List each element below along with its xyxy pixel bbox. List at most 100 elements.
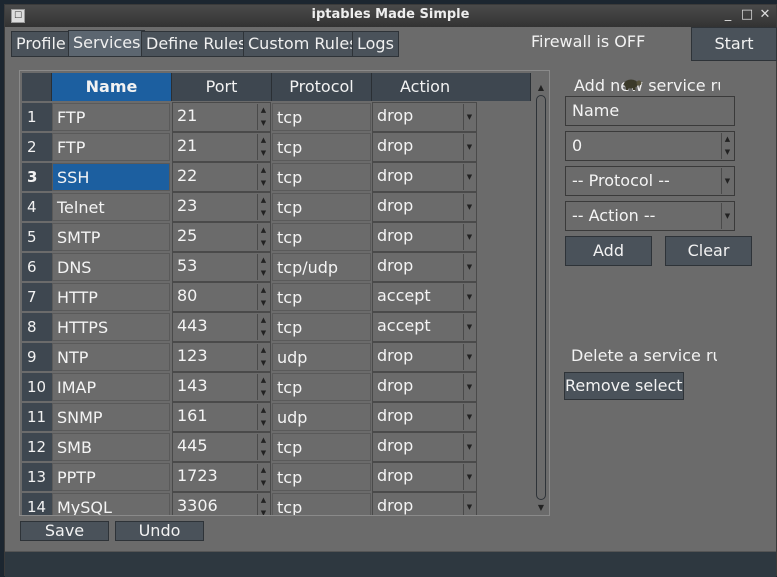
chevron-down-icon[interactable]: ▼	[463, 314, 475, 340]
spin-arrows-icon[interactable]: ▲ ▼	[257, 344, 269, 370]
protocol-cell[interactable]: tcp	[272, 223, 371, 251]
chevron-down-icon[interactable]: ▼	[463, 464, 475, 490]
spin-arrows-icon[interactable]: ▲ ▼	[257, 314, 269, 340]
spin-arrows-icon[interactable]: ▲ ▼	[257, 134, 269, 160]
spin-arrows-icon[interactable]: ▲ ▼	[257, 224, 269, 250]
service-name-cell[interactable]: FTP	[52, 103, 170, 131]
service-name-cell[interactable]: FTP	[52, 133, 170, 161]
service-name-cell[interactable]: SMTP	[52, 223, 170, 251]
port-stepper[interactable]: 443 ▲ ▼	[172, 312, 271, 342]
chevron-down-icon[interactable]: ▼	[721, 168, 733, 194]
port-stepper[interactable]: 123 ▲ ▼	[172, 342, 271, 372]
table-row[interactable]: 3 SSH 22 ▲ ▼ tcp drop ▼	[22, 162, 531, 192]
spin-arrows-icon[interactable]: ▲ ▼	[257, 374, 269, 400]
action-select[interactable]: drop ▼	[372, 252, 477, 282]
port-spin-icon[interactable]: ▲ ▼	[721, 133, 733, 159]
chevron-down-icon[interactable]: ▼	[463, 224, 475, 250]
undo-button[interactable]: Undo	[115, 521, 204, 541]
protocol-cell[interactable]: tcp	[272, 103, 371, 131]
tab-custom-rules[interactable]: Custom Rules	[243, 31, 363, 57]
port-stepper[interactable]: 0 ▲ ▼	[565, 131, 735, 161]
service-name-cell[interactable]: SNMP	[52, 403, 170, 431]
table-row[interactable]: 7 HTTP 80 ▲ ▼ tcp accept ▼	[22, 282, 531, 312]
table-row[interactable]: 10 IMAP 143 ▲ ▼ tcp drop ▼	[22, 372, 531, 402]
chevron-down-icon[interactable]: ▼	[463, 104, 475, 130]
scroll-down-icon[interactable]: ▼	[535, 503, 547, 513]
port-stepper[interactable]: 445 ▲ ▼	[172, 432, 271, 462]
table-row[interactable]: 13 PPTP 1723 ▲ ▼ tcp drop ▼	[22, 462, 531, 492]
table-row[interactable]: 1 FTP 21 ▲ ▼ tcp drop ▼	[22, 102, 531, 132]
chevron-down-icon[interactable]: ▼	[463, 164, 475, 190]
chevron-down-icon[interactable]: ▼	[463, 194, 475, 220]
service-name-cell[interactable]: MySQL	[52, 493, 170, 515]
save-button[interactable]: Save	[20, 521, 109, 541]
scroll-up-icon[interactable]: ▲	[535, 83, 547, 93]
start-button[interactable]: Start	[691, 27, 777, 61]
table-row[interactable]: 5 SMTP 25 ▲ ▼ tcp drop ▼	[22, 222, 531, 252]
action-select[interactable]: drop ▼	[372, 192, 477, 222]
service-name-cell[interactable]: HTTP	[52, 283, 170, 311]
spin-arrows-icon[interactable]: ▲ ▼	[257, 164, 269, 190]
spin-arrows-icon[interactable]: ▲ ▼	[257, 194, 269, 220]
table-row[interactable]: 14 MySQL 3306 ▲ ▼ tcp drop ▼	[22, 492, 531, 515]
close-icon[interactable]: ✕	[757, 7, 773, 23]
name-field[interactable]: Name	[565, 96, 735, 126]
column-header-port[interactable]: Port	[172, 73, 272, 101]
protocol-cell[interactable]: udp	[272, 403, 371, 431]
action-select[interactable]: drop ▼	[372, 162, 477, 192]
service-name-cell[interactable]: PPTP	[52, 463, 170, 491]
chevron-down-icon[interactable]: ▼	[463, 284, 475, 310]
service-name-cell[interactable]: Telnet	[52, 193, 170, 221]
tab-services[interactable]: Services	[68, 30, 146, 57]
protocol-cell[interactable]: tcp	[272, 163, 371, 191]
service-name-cell[interactable]: IMAP	[52, 373, 170, 401]
spin-arrows-icon[interactable]: ▲ ▼	[257, 464, 269, 490]
port-stepper[interactable]: 143 ▲ ▼	[172, 372, 271, 402]
action-select[interactable]: accept ▼	[372, 282, 477, 312]
tab-logs[interactable]: Logs	[352, 31, 399, 57]
table-row[interactable]: 11 SNMP 161 ▲ ▼ udp drop ▼	[22, 402, 531, 432]
column-header-action[interactable]: Action	[372, 73, 531, 101]
protocol-cell[interactable]: tcp/udp	[272, 253, 371, 281]
port-stepper[interactable]: 80 ▲ ▼	[172, 282, 271, 312]
minimize-icon[interactable]: _	[720, 7, 736, 23]
action-select[interactable]: drop ▼	[372, 222, 477, 252]
port-stepper[interactable]: 161 ▲ ▼	[172, 402, 271, 432]
action-select[interactable]: drop ▼	[372, 432, 477, 462]
protocol-select[interactable]: -- Protocol -- ▼	[565, 166, 735, 196]
maximize-icon[interactable]: □	[739, 7, 755, 23]
action-select[interactable]: drop ▼	[372, 492, 477, 515]
column-header-name[interactable]: Name	[52, 73, 172, 101]
chevron-down-icon[interactable]: ▼	[463, 374, 475, 400]
service-name-cell[interactable]: SSH	[52, 163, 170, 191]
clear-button[interactable]: Clear	[665, 236, 752, 266]
add-button[interactable]: Add	[565, 236, 652, 266]
action-select[interactable]: drop ▼	[372, 342, 477, 372]
service-name-cell[interactable]: NTP	[52, 343, 170, 371]
column-header-protocol[interactable]: Protocol	[272, 73, 372, 101]
action-select[interactable]: drop ▼	[372, 402, 477, 432]
chevron-down-icon[interactable]: ▼	[463, 434, 475, 460]
protocol-cell[interactable]: udp	[272, 343, 371, 371]
port-stepper[interactable]: 25 ▲ ▼	[172, 222, 271, 252]
table-row[interactable]: 6 DNS 53 ▲ ▼ tcp/udp drop ▼	[22, 252, 531, 282]
table-row[interactable]: 8 HTTPS 443 ▲ ▼ tcp accept ▼	[22, 312, 531, 342]
action-select[interactable]: drop ▼	[372, 372, 477, 402]
tab-define-rules[interactable]: Define Rules	[141, 31, 252, 57]
spin-arrows-icon[interactable]: ▲ ▼	[257, 254, 269, 280]
spin-arrows-icon[interactable]: ▲ ▼	[257, 284, 269, 310]
table-row[interactable]: 2 FTP 21 ▲ ▼ tcp drop ▼	[22, 132, 531, 162]
chevron-down-icon[interactable]: ▼	[721, 203, 733, 229]
protocol-cell[interactable]: tcp	[272, 133, 371, 161]
action-select[interactable]: drop ▼	[372, 462, 477, 492]
remove-selected-button[interactable]: Remove selected	[564, 372, 684, 400]
chevron-down-icon[interactable]: ▼	[463, 404, 475, 430]
protocol-cell[interactable]: tcp	[272, 493, 371, 515]
action-select[interactable]: drop ▼	[372, 132, 477, 162]
table-scrollbar[interactable]: ▲ ▼	[534, 83, 548, 514]
port-stepper[interactable]: 1723 ▲ ▼	[172, 462, 271, 492]
spin-arrows-icon[interactable]: ▲ ▼	[257, 404, 269, 430]
protocol-cell[interactable]: tcp	[272, 433, 371, 461]
port-stepper[interactable]: 21 ▲ ▼	[172, 132, 271, 162]
port-stepper[interactable]: 22 ▲ ▼	[172, 162, 271, 192]
